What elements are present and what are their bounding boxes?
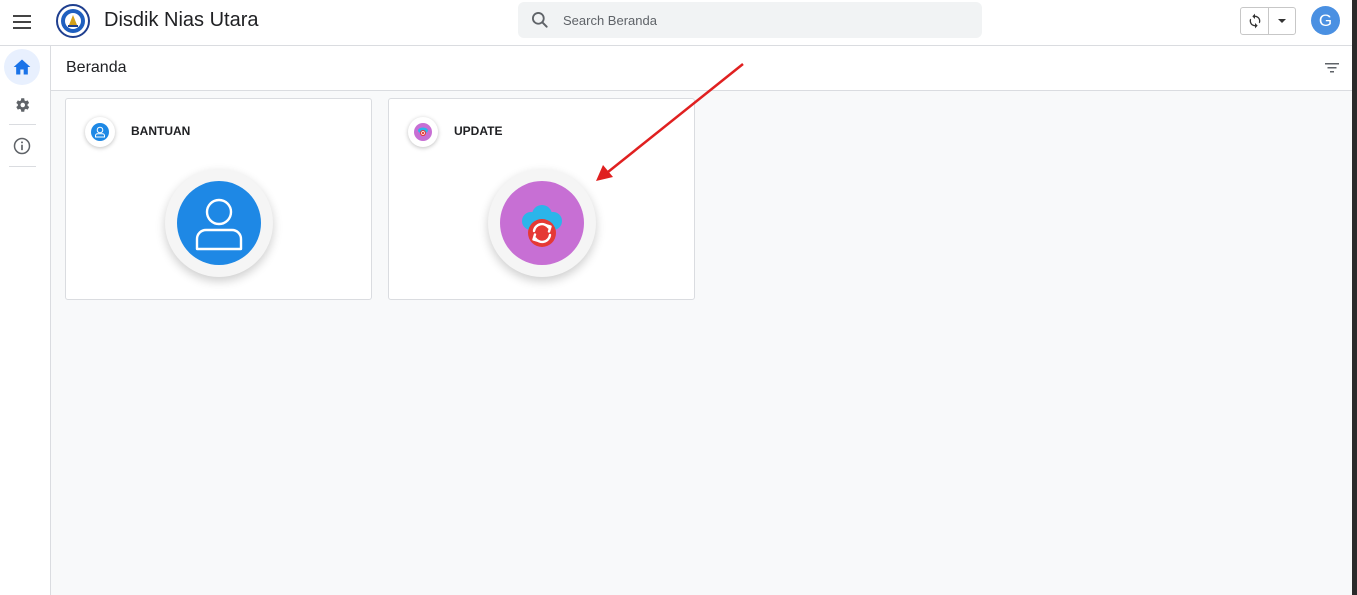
card-small-icon — [85, 117, 115, 147]
card-update[interactable]: UPDATE — [388, 98, 695, 300]
menu-button[interactable] — [10, 10, 34, 34]
user-icon — [91, 123, 109, 141]
card-small-icon — [408, 117, 438, 147]
card-illustration — [488, 169, 596, 277]
card-illustration — [165, 169, 273, 277]
sidebar-item-settings[interactable] — [4, 87, 40, 123]
sidebar-item-info[interactable] — [4, 128, 40, 164]
cloud-sync-icon — [522, 205, 562, 247]
page-header: Beranda — [51, 46, 1352, 91]
card-big-circle — [500, 181, 584, 265]
info-icon — [13, 137, 31, 155]
user-icon — [195, 198, 243, 251]
card-title: UPDATE — [454, 124, 503, 138]
main-content: Beranda BANTUAN UPDATE — [51, 46, 1352, 595]
home-icon — [13, 59, 31, 75]
sidebar-divider — [9, 124, 36, 125]
search-icon — [532, 12, 548, 28]
search-input[interactable] — [563, 12, 963, 28]
sidebar — [0, 46, 51, 595]
top-app-bar: Disdik Nias Utara G — [0, 0, 1357, 46]
sidebar-divider — [9, 166, 36, 167]
search-bar[interactable] — [518, 2, 982, 38]
filter-icon[interactable] — [1324, 60, 1340, 76]
caret-down-icon — [1278, 19, 1286, 23]
window-edge — [1352, 0, 1357, 595]
gear-icon — [16, 98, 30, 112]
page-title: Beranda — [66, 59, 127, 76]
sync-button[interactable] — [1241, 8, 1269, 34]
sync-dropdown-button[interactable] — [1269, 8, 1295, 34]
user-avatar[interactable]: G — [1311, 6, 1340, 35]
card-big-circle — [177, 181, 261, 265]
sync-icon — [1249, 13, 1260, 29]
card-title: BANTUAN — [131, 124, 191, 138]
app-title: Disdik Nias Utara — [104, 9, 259, 31]
hamburger-menu-icon — [13, 15, 31, 29]
sidebar-item-home[interactable] — [4, 49, 40, 85]
sync-button-group — [1240, 7, 1296, 35]
app-logo — [56, 4, 90, 38]
cloud-sync-icon — [414, 123, 432, 141]
card-bantuan[interactable]: BANTUAN — [65, 98, 372, 300]
